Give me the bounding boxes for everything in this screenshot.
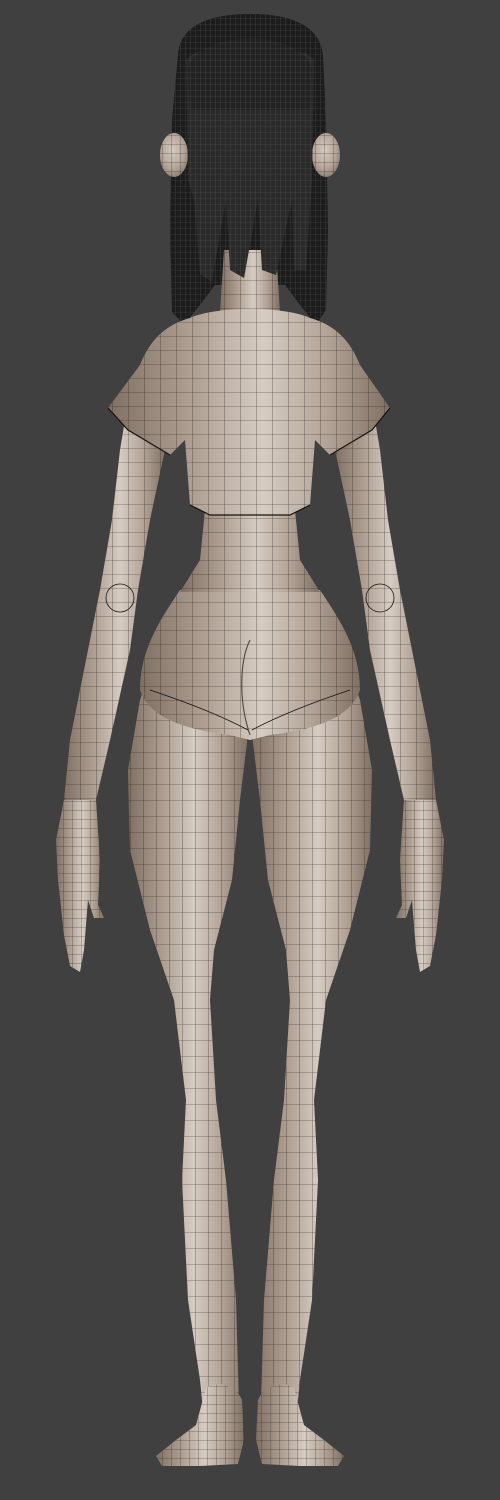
character-model: [56, 14, 444, 1466]
hips: [140, 590, 360, 740]
hand-left: [56, 800, 104, 972]
leg-left: [128, 664, 248, 1462]
hair-top: [188, 38, 312, 110]
hand-right: [396, 800, 444, 972]
foot-left: [156, 1384, 244, 1466]
3d-viewport[interactable]: [0, 0, 500, 1500]
foot-right: [256, 1384, 344, 1466]
leg-right: [252, 664, 372, 1462]
waist: [180, 510, 320, 592]
